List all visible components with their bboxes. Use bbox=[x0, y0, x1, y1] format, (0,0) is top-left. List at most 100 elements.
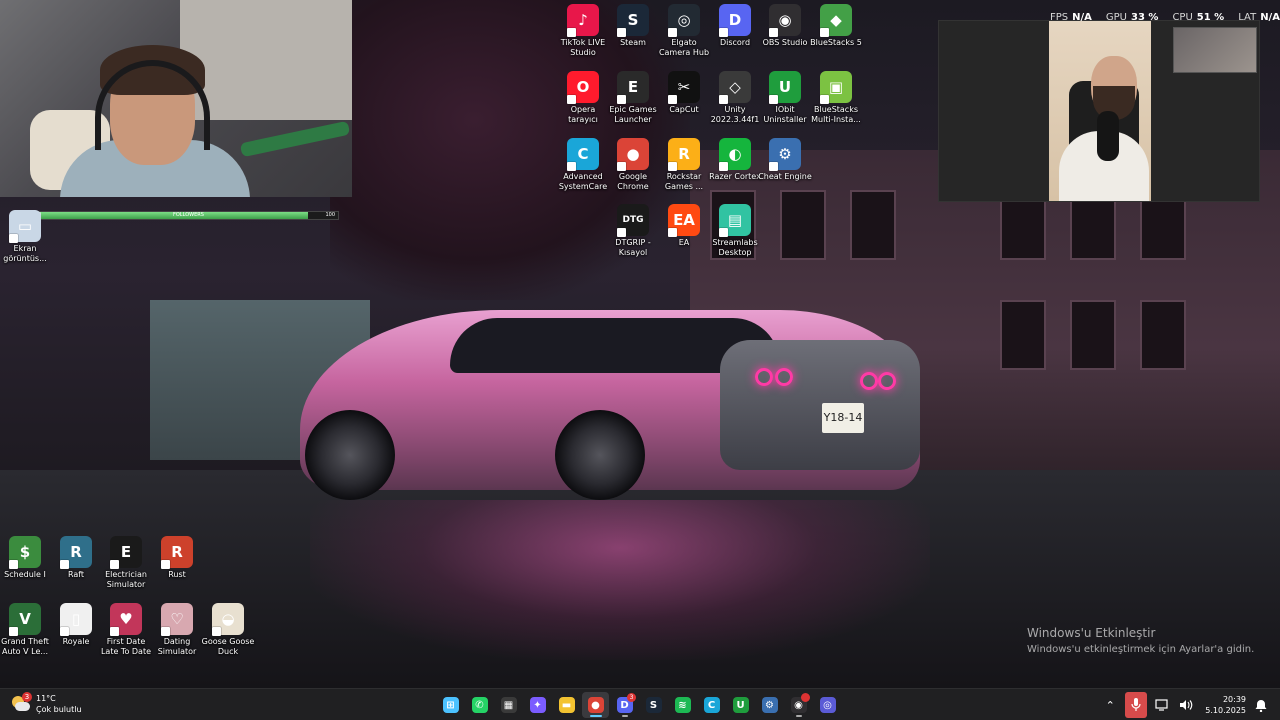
desktop-shortcut[interactable]: E Electrician Simulator bbox=[101, 536, 151, 590]
chevron-up-icon[interactable]: ⌃ bbox=[1101, 692, 1119, 718]
desktop-shortcut-label: BlueStacks 5 bbox=[810, 38, 862, 47]
notification-badge bbox=[801, 693, 810, 702]
desktop-shortcut[interactable]: ▭ Ekran görüntüs... bbox=[0, 210, 50, 264]
taskbar-clock[interactable]: 20:39 5.10.2025 bbox=[1205, 694, 1246, 716]
obs-icon: ◉ bbox=[769, 4, 801, 37]
webcam-overlay-right bbox=[938, 20, 1260, 202]
steam-glyph-icon: S bbox=[645, 697, 662, 713]
wallpaper-car-rear bbox=[720, 340, 920, 470]
advanced-systemcare-glyph-icon: C bbox=[703, 697, 720, 713]
follower-goal-bar: 0 FOLLOWERS 100 bbox=[34, 211, 339, 220]
raft-icon: R bbox=[60, 536, 92, 569]
latency-readout: LAT N/A bbox=[1238, 12, 1280, 23]
desktop-shortcut-label: Streamlabs Desktop bbox=[712, 238, 758, 257]
desktop-shortcut[interactable]: E Epic Games Launcher bbox=[608, 71, 658, 125]
desktop-shortcut[interactable]: ▣ BlueStacks Multi-Insta... bbox=[811, 71, 861, 125]
cheat-engine-glyph-icon: ⚙ bbox=[761, 697, 778, 713]
tiktok-live-icon: ♪ bbox=[567, 4, 599, 37]
weather-widget[interactable]: 3 11°C Çok bulutlu bbox=[10, 692, 82, 715]
desktop-shortcut[interactable]: R Rockstar Games ... bbox=[659, 138, 709, 192]
bluestacks-multi-icon: ▣ bbox=[820, 71, 852, 104]
desktop-shortcut[interactable]: ♪ TikTok LIVE Studio bbox=[558, 4, 608, 58]
wallpaper-reflection bbox=[310, 500, 930, 660]
iobit-taskbar-icon[interactable]: U bbox=[727, 692, 754, 718]
start-button-glyph-icon: ⊞ bbox=[442, 697, 459, 713]
discord-icon: D bbox=[719, 4, 751, 37]
taskbar-pinned-apps: ⊞ ✆ ▦ ✦ ▬ ● D 3 S ≋ C U ⚙ ◉ ◎ bbox=[437, 692, 841, 718]
cpu-readout: CPU 51 % bbox=[1172, 12, 1225, 23]
desktop-shortcut-label: Cheat Engine bbox=[758, 172, 812, 181]
streamlabs-icon: ▤ bbox=[719, 204, 751, 237]
steam-taskbar-icon[interactable]: S bbox=[640, 692, 667, 718]
cheat-engine-icon: ⚙ bbox=[769, 138, 801, 171]
desktop-shortcut[interactable]: ▤ Streamlabs Desktop bbox=[710, 204, 760, 258]
obs-taskbar-icon[interactable]: ◉ bbox=[785, 692, 812, 718]
schedule-i-icon: $ bbox=[9, 536, 41, 569]
desktop-shortcut[interactable]: R Rust bbox=[152, 536, 202, 580]
partly-cloudy-icon: 3 bbox=[10, 692, 32, 714]
taillight bbox=[755, 368, 773, 386]
royale-file-icon: ▯ bbox=[60, 603, 92, 636]
ea-icon: EA bbox=[668, 204, 700, 237]
taillight bbox=[775, 368, 793, 386]
wheel bbox=[555, 410, 645, 500]
spotify-taskbar-icon[interactable]: ≋ bbox=[669, 692, 696, 718]
app-taskbar-icon[interactable]: ◎ bbox=[814, 692, 841, 718]
desktop-shortcut-label: Rust bbox=[168, 570, 186, 579]
advanced-systemcare-taskbar-icon[interactable]: C bbox=[698, 692, 725, 718]
chrome-glyph-icon: ● bbox=[587, 697, 604, 713]
microsoft-store-taskbar-icon[interactable]: ▦ bbox=[495, 692, 522, 718]
start-button[interactable]: ⊞ bbox=[437, 692, 464, 718]
clock-time: 20:39 bbox=[1222, 695, 1246, 704]
desktop-shortcut-label: Goose Goose Duck bbox=[201, 637, 255, 656]
desktop-shortcut[interactable]: DTG DTGRIP - Kısayol bbox=[608, 204, 658, 258]
file-explorer-glyph-icon: ▬ bbox=[558, 697, 575, 713]
taillight bbox=[860, 372, 878, 390]
spotify-glyph-icon: ≋ bbox=[674, 697, 691, 713]
goal-title-label: FOLLOWERS bbox=[173, 212, 204, 218]
whatsapp-taskbar-icon[interactable]: ✆ bbox=[466, 692, 493, 718]
license-plate: Y18-14 bbox=[822, 403, 864, 433]
system-tray: ⌃ 20:39 5.10.2025 bbox=[1101, 692, 1270, 718]
elgato-icon: ◎ bbox=[668, 4, 700, 37]
fps-readout: FPS N/A bbox=[1050, 12, 1092, 23]
iobit-glyph-icon: U bbox=[732, 697, 749, 713]
copilot-taskbar-icon[interactable]: ✦ bbox=[524, 692, 551, 718]
desktop-shortcut[interactable]: ◎ Elgato Camera Hub bbox=[659, 4, 709, 58]
webcam-overlay-left bbox=[0, 0, 352, 197]
rockstar-icon: R bbox=[668, 138, 700, 171]
clock-date: 5.10.2025 bbox=[1205, 706, 1246, 715]
activation-subtitle: Windows'u etkinleştirmek için Ayarlar'a … bbox=[1027, 644, 1255, 655]
goose-goose-duck-icon: ◒ bbox=[212, 603, 244, 636]
notification-bell-icon[interactable] bbox=[1252, 692, 1270, 718]
desktop-shortcut[interactable]: ◆ BlueStacks 5 bbox=[810, 4, 862, 48]
volume-icon[interactable] bbox=[1177, 692, 1195, 718]
taskbar: 3 11°C Çok bulutlu ⊞ ✆ ▦ ✦ ▬ ● D 3 S ≋ C U ⚙ ◉ ◎ ⌃ 20… bbox=[0, 688, 1280, 720]
cheat-engine-taskbar-icon[interactable]: ⚙ bbox=[756, 692, 783, 718]
microphone-icon[interactable] bbox=[1125, 692, 1148, 718]
performance-overlay: FPS N/A GPU 33 % CPU 51 % LAT N/A bbox=[1050, 12, 1280, 23]
desktop-shortcut[interactable]: ◒ Goose Goose Duck bbox=[202, 603, 254, 657]
steam-icon: S bbox=[617, 4, 649, 37]
dating-simulator-icon: ♡ bbox=[161, 603, 193, 636]
copilot-glyph-icon: ✦ bbox=[529, 697, 546, 713]
first-date-icon: ♥ bbox=[110, 603, 142, 636]
activation-title: Windows'u Etkinleştir bbox=[1027, 626, 1156, 640]
iobit-icon: U bbox=[769, 71, 801, 104]
webcam-thumbnail bbox=[1173, 27, 1257, 73]
wheel bbox=[305, 410, 395, 500]
notification-badge: 3 bbox=[627, 693, 636, 702]
unity-icon: ◇ bbox=[719, 71, 751, 104]
desktop-shortcut[interactable]: V Grand Theft Auto V Le... bbox=[0, 603, 50, 657]
opera-icon: O bbox=[567, 71, 599, 104]
chrome-taskbar-icon[interactable]: ● bbox=[582, 692, 609, 718]
capcut-icon: ✂ bbox=[668, 71, 700, 104]
desktop-shortcut[interactable]: ⚙ Cheat Engine bbox=[758, 138, 812, 182]
weather-temperature: 11°C bbox=[36, 694, 56, 703]
file-explorer-taskbar-icon[interactable]: ▬ bbox=[553, 692, 580, 718]
network-icon[interactable] bbox=[1153, 692, 1171, 718]
whatsapp-glyph-icon: ✆ bbox=[471, 697, 488, 713]
gta-v-icon: V bbox=[9, 603, 41, 636]
app-glyph-icon: ◎ bbox=[819, 697, 836, 713]
discord-taskbar-icon[interactable]: D3 bbox=[611, 692, 638, 718]
